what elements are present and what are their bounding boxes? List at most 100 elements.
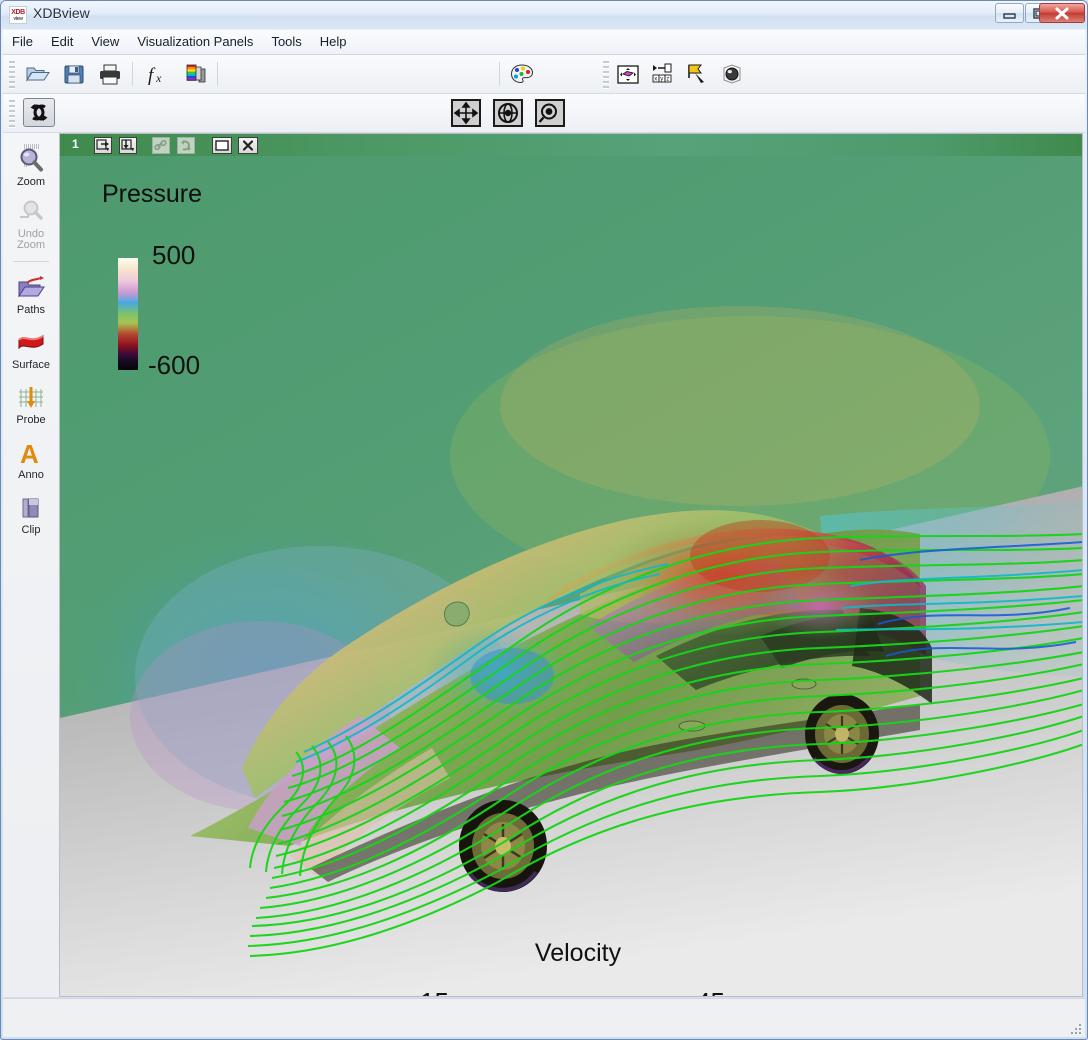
maximize-square-icon (215, 140, 229, 151)
sidebar-item-anno[interactable]: A Anno (3, 436, 59, 481)
pick-flag-icon (688, 64, 704, 83)
minimize-window-button[interactable] (995, 3, 1024, 23)
probe-grid-icon (3, 381, 59, 415)
sidebar-item-undo-zoom[interactable]: Undo Zoom (3, 195, 59, 251)
render-viewport[interactable]: 1 Pressure 500 -600 Velocity (59, 133, 1083, 997)
application-window: XDB view XDBview File Edit View Visualiza… (0, 0, 1088, 1040)
sync-arrows-icon (181, 140, 191, 151)
window-title: XDBview (33, 5, 90, 21)
resize-grip[interactable] (1067, 1020, 1081, 1034)
import-arrow-icon (121, 139, 134, 151)
toolbar-separator (132, 62, 133, 86)
menu-view[interactable]: View (82, 30, 128, 53)
save-disk-icon (64, 65, 84, 84)
sidebar-item-paths[interactable]: Paths (3, 271, 59, 316)
menu-tools[interactable]: Tools (262, 30, 310, 53)
sidebar-item-label-clip: Clip (21, 524, 41, 536)
color-palette-icon (510, 64, 534, 84)
tool-sidebar: Zoom Undo Zoom Paths Surface Probe A Ann… (3, 133, 60, 997)
import-view-button[interactable] (119, 137, 137, 154)
close-icon (1055, 7, 1069, 20)
menu-help[interactable]: Help (311, 30, 356, 53)
xyz-axes-icon: x y z (652, 63, 672, 83)
open-folder-button[interactable] (23, 60, 53, 88)
axes-button[interactable]: x y z (647, 60, 677, 88)
close-window-button[interactable] (1039, 3, 1085, 23)
chain-link-icon (154, 139, 167, 151)
zoom-region-icon (538, 103, 557, 123)
toolbar2-grip[interactable] (9, 100, 15, 128)
close-view-button[interactable] (238, 137, 258, 154)
title-bar: XDB view XDBview (1, 1, 1087, 29)
pressure-legend: Pressure 500 -600 (102, 180, 202, 380)
velocity-legend: Velocity 15 45 0 30 60 (288, 939, 868, 996)
sidebar-item-clip[interactable]: Clip (3, 491, 59, 536)
sidebar-item-label-undo-zoom: Undo Zoom (16, 228, 46, 251)
sidebar-item-probe[interactable]: Probe (3, 381, 59, 426)
sidebar-divider (13, 261, 49, 262)
sync-views-button[interactable] (177, 137, 195, 154)
svg-text:A: A (20, 439, 39, 468)
transform-widget-button[interactable] (613, 60, 643, 88)
rotate-globe-icon (498, 103, 518, 123)
sidebar-item-label-anno: Anno (18, 469, 44, 481)
velocity-tick-15: 15 (420, 987, 449, 996)
paths-folder-icon (3, 271, 59, 305)
status-bar (3, 998, 1085, 1037)
rotate-toggle-icon (30, 104, 48, 121)
toolbar-grip-2[interactable] (603, 61, 609, 89)
pick-button[interactable] (681, 60, 711, 88)
render-button[interactable] (717, 60, 747, 88)
surface-sheet-icon (3, 326, 59, 360)
print-icon (100, 64, 120, 85)
magnifier-icon (3, 143, 59, 177)
svg-text:f: f (148, 65, 156, 86)
pressure-min-label: -600 (148, 350, 201, 380)
svg-text:x: x (155, 71, 162, 85)
clip-plane-icon (3, 491, 59, 525)
sidebar-item-label-paths: Paths (16, 304, 46, 316)
app-icon: XDB view (9, 6, 27, 24)
sidebar-item-zoom[interactable]: Zoom (3, 143, 59, 188)
toolbar-grip[interactable] (9, 61, 15, 89)
toolbar-separator-3 (499, 62, 500, 86)
pan-move-button[interactable] (451, 99, 481, 127)
palette-button[interactable] (507, 60, 537, 88)
viewport-index-label: 1 (72, 137, 79, 151)
toolbar-primary: f x Dataset... (3, 55, 1085, 141)
menu-visualization-panels[interactable]: Visualization Panels (128, 30, 262, 53)
menu-file[interactable]: File (3, 30, 42, 53)
velocity-legend-title: Velocity (534, 939, 622, 967)
export-arrow-icon (96, 139, 109, 151)
svg-text:x: x (654, 77, 657, 83)
close-x-icon (242, 140, 254, 151)
transform-widget-icon (617, 65, 639, 84)
sidebar-grip[interactable] (24, 136, 40, 167)
rear-wheel (805, 694, 879, 774)
export-view-button[interactable] (94, 137, 112, 154)
open-folder-icon (26, 67, 50, 82)
toolbar-secondary: Object: World ▲▼ Action: Multi-Transform… (3, 94, 1085, 219)
sidebar-item-surface[interactable]: Surface (3, 326, 59, 371)
sidebar-item-label-zoom: Zoom (16, 176, 46, 188)
rotate-globe-button[interactable] (493, 99, 523, 127)
print-button[interactable] (95, 60, 125, 88)
cfd-scene[interactable]: Pressure 500 -600 Velocity 15 45 0 30 60 (60, 156, 1082, 996)
link-views-button[interactable] (152, 137, 170, 154)
toolbar-separator-2 (217, 62, 218, 86)
viewport-header: 1 (60, 134, 1082, 156)
save-button[interactable] (59, 60, 89, 88)
svg-text:z: z (666, 77, 669, 83)
function-button[interactable]: f x (143, 60, 173, 88)
menu-edit[interactable]: Edit (42, 30, 82, 53)
annotation-a-icon: A (3, 436, 59, 470)
maximize-view-button[interactable] (212, 137, 232, 154)
undo-magnifier-icon (3, 195, 59, 229)
colormap-button[interactable] (181, 60, 211, 88)
pressure-max-label: 500 (152, 240, 196, 270)
zoom-region-button[interactable] (535, 99, 565, 127)
render-sphere-icon (723, 64, 741, 84)
velocity-tick-45: 45 (696, 987, 725, 996)
svg-text:y: y (660, 77, 663, 83)
rotate-toggle-button[interactable] (23, 98, 55, 127)
